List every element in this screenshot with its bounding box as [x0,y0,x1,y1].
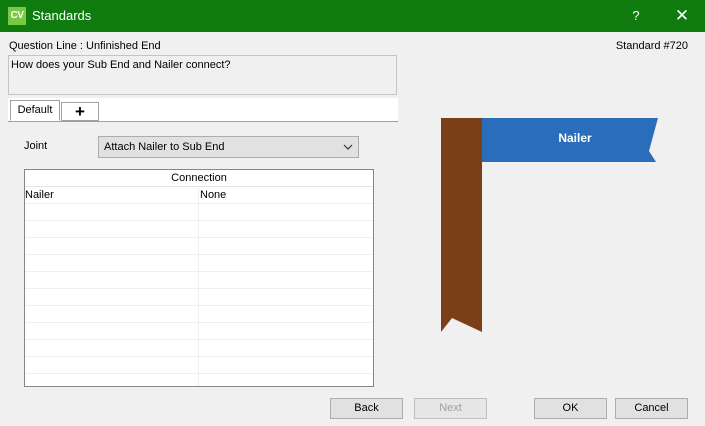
joint-label: Joint [24,140,48,152]
question-line-label: Question Line : Unfinished End [9,40,161,52]
table-cell-value [200,221,373,237]
table-row[interactable] [25,255,373,272]
table-cell-name [25,289,199,305]
table-cell-name [25,221,199,237]
table-cell-value [200,204,373,220]
chevron-down-icon [343,144,353,150]
table-row[interactable] [25,340,373,357]
connection-grid[interactable]: Connection Nailer None [24,169,374,387]
table-cell-value [200,272,373,288]
table-cell-value [200,306,373,322]
table-row[interactable] [25,357,373,374]
question-text: How does your Sub End and Nailer connect… [11,59,231,71]
table-cell-value [200,340,373,356]
close-button[interactable]: ✕ [659,0,705,32]
table-cell-name: Nailer [25,187,199,203]
table-cell-value [200,323,373,339]
table-cell-name [25,238,199,254]
table-row[interactable] [25,221,373,238]
table-row[interactable] [25,238,373,255]
table-cell-name [25,357,199,373]
table-row[interactable] [25,323,373,340]
tab-strip: Default + [8,98,398,122]
table-row[interactable]: Nailer None [25,187,373,204]
grid-body: Nailer None [25,187,373,386]
table-cell-name [25,255,199,271]
cancel-button[interactable]: Cancel [615,398,688,419]
table-cell-name [25,272,199,288]
table-cell-value [200,357,373,373]
grid-header-connection: Connection [25,170,373,187]
table-cell-name [25,340,199,356]
table-row[interactable] [25,306,373,323]
question-text-box[interactable]: How does your Sub End and Nailer connect… [8,55,397,95]
table-row[interactable] [25,272,373,289]
table-cell-value [200,374,373,386]
table-cell-name [25,306,199,322]
next-button[interactable]: Next [414,398,487,419]
joint-illustration: Nailer [441,118,658,332]
table-row[interactable] [25,289,373,306]
tab-default[interactable]: Default [10,100,60,121]
table-cell-name [25,374,199,386]
back-button[interactable]: Back [330,398,403,419]
table-cell-value: None [200,189,227,201]
table-cell-value [200,238,373,254]
nailer-banner-label: Nailer [558,131,592,145]
table-cell-name [25,323,199,339]
add-tab-button[interactable]: + [61,102,99,121]
joint-selected-value: Attach Nailer to Sub End [104,141,225,153]
help-button[interactable]: ? [613,0,659,32]
joint-select[interactable]: Attach Nailer to Sub End [98,136,359,158]
ok-button[interactable]: OK [534,398,607,419]
table-row[interactable] [25,204,373,221]
standard-number: Standard #720 [615,40,688,52]
title-bar: CV Standards ? ✕ [0,0,705,32]
table-cell-name [25,204,199,220]
sub-end-post-shape [441,118,482,332]
table-cell-value [200,289,373,305]
table-row[interactable] [25,374,373,386]
app-logo-icon: CV [8,7,26,25]
window-title: Standards [32,8,92,23]
table-cell-value [200,255,373,271]
